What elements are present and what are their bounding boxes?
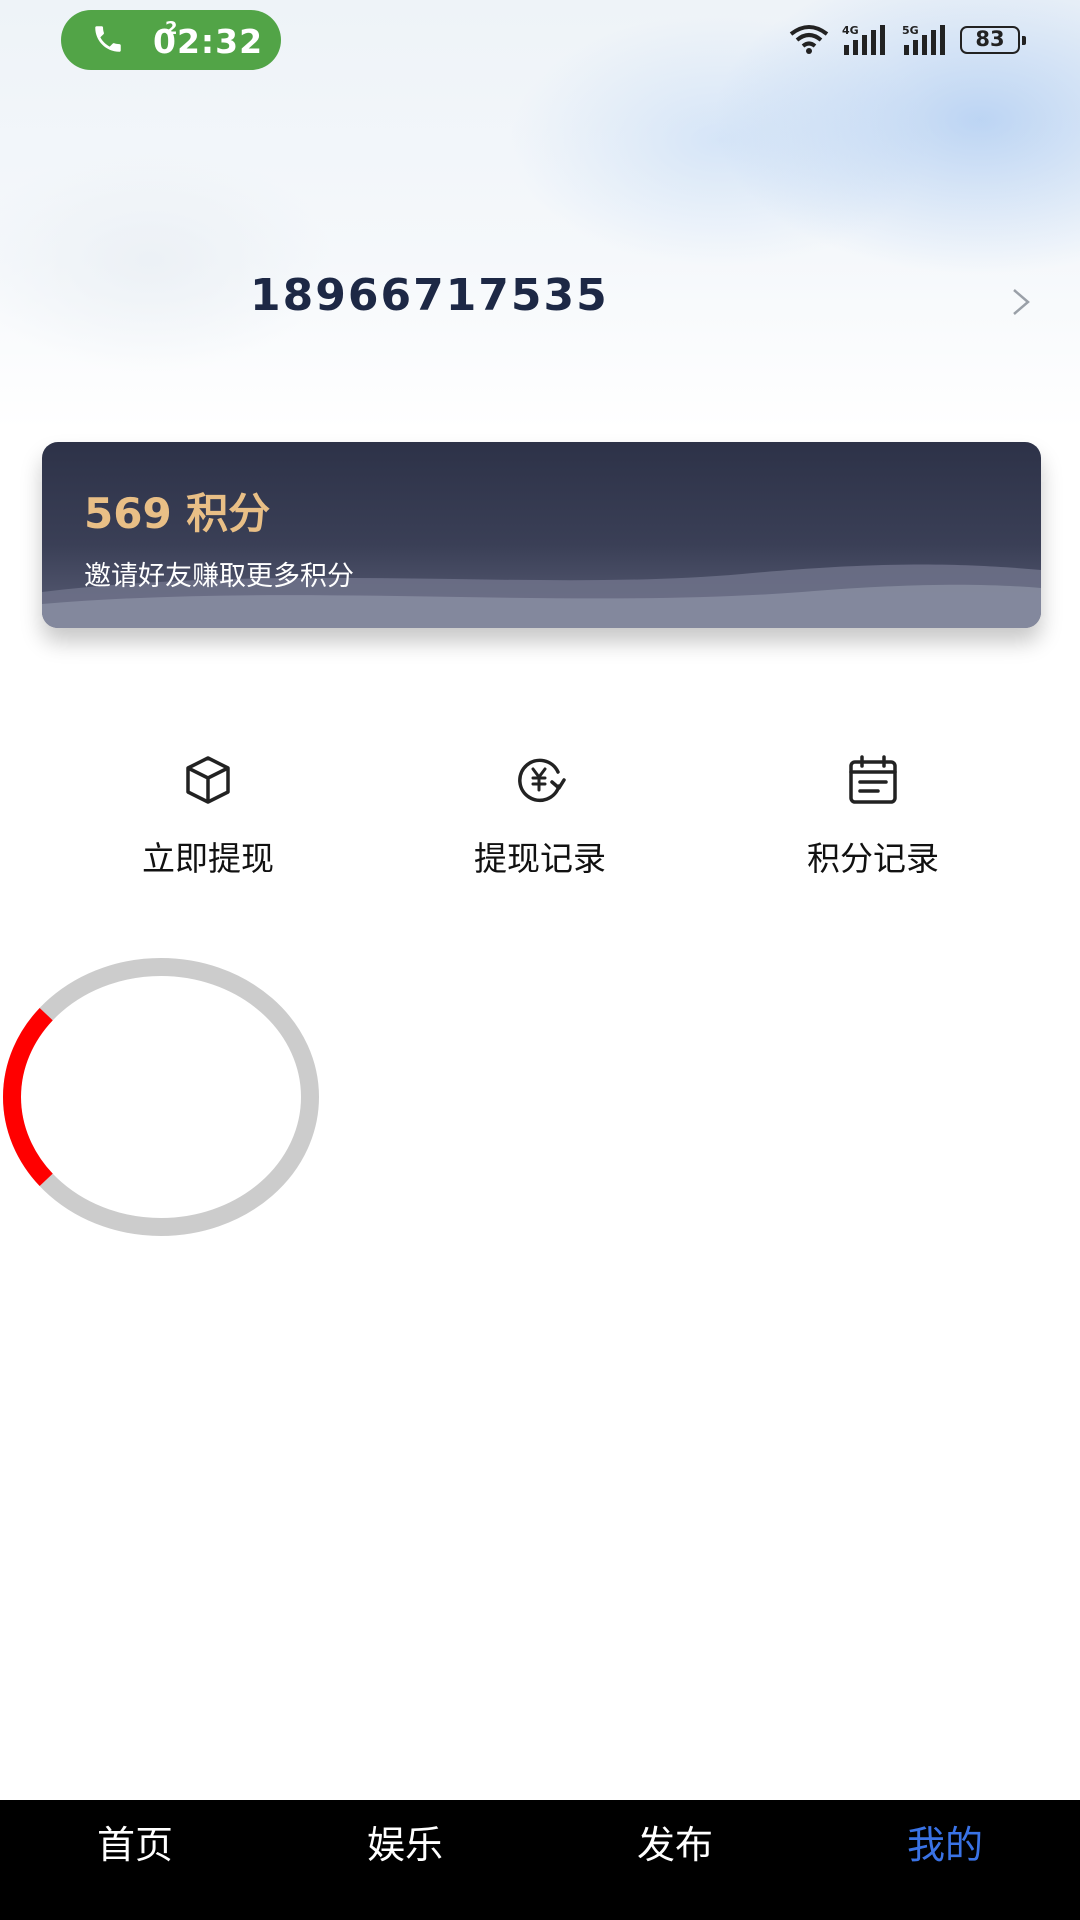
ongoing-call-pill[interactable]: 2 02:32 [61, 10, 281, 70]
loading-spinner [3, 958, 319, 1236]
nav-entertainment[interactable]: 娱乐 [270, 1800, 540, 1920]
invite-hint: 邀请好友赚取更多积分 [84, 561, 354, 592]
calendar-icon [849, 755, 897, 804]
withdraw-now-button[interactable]: 立即提现 [83, 752, 333, 880]
withdraw-records-button[interactable]: 提现记录 [415, 752, 665, 880]
battery-icon: 83 [960, 26, 1026, 54]
nav-publish[interactable]: 发布 [540, 1800, 810, 1920]
box-icon [186, 756, 230, 804]
points-balance: 569 积分 [84, 489, 271, 538]
action-label: 提现记录 [474, 839, 606, 878]
spinner-arc [3, 1007, 53, 1187]
svg-text:4G: 4G [842, 24, 859, 37]
nav-home[interactable]: 首页 [0, 1800, 270, 1920]
points-records-button[interactable]: 积分记录 [748, 752, 998, 880]
signal-4g-icon: 4G [842, 24, 885, 55]
signal-5g-icon: 5G [902, 24, 945, 55]
nav-mine[interactable]: 我的 [810, 1800, 1080, 1920]
spinner-track [3, 958, 319, 1236]
yuan-refresh-icon [518, 758, 566, 803]
chevron-right-icon[interactable] [1010, 287, 1032, 317]
action-label: 积分记录 [807, 839, 939, 878]
status-time: 02:32 [153, 22, 264, 61]
phone-icon [95, 26, 121, 52]
status-indicators: 4G 5G 83 [788, 20, 1026, 60]
action-label: 立即提现 [142, 839, 274, 878]
bottom-navigation: 首页 娱乐 发布 我的 [0, 1800, 1080, 1920]
svg-text:5G: 5G [902, 24, 919, 37]
user-phone-number[interactable]: 18966717535 [250, 270, 609, 321]
points-card[interactable]: 569 积分 邀请好友赚取更多积分 [42, 442, 1041, 628]
wifi-icon [789, 25, 829, 54]
